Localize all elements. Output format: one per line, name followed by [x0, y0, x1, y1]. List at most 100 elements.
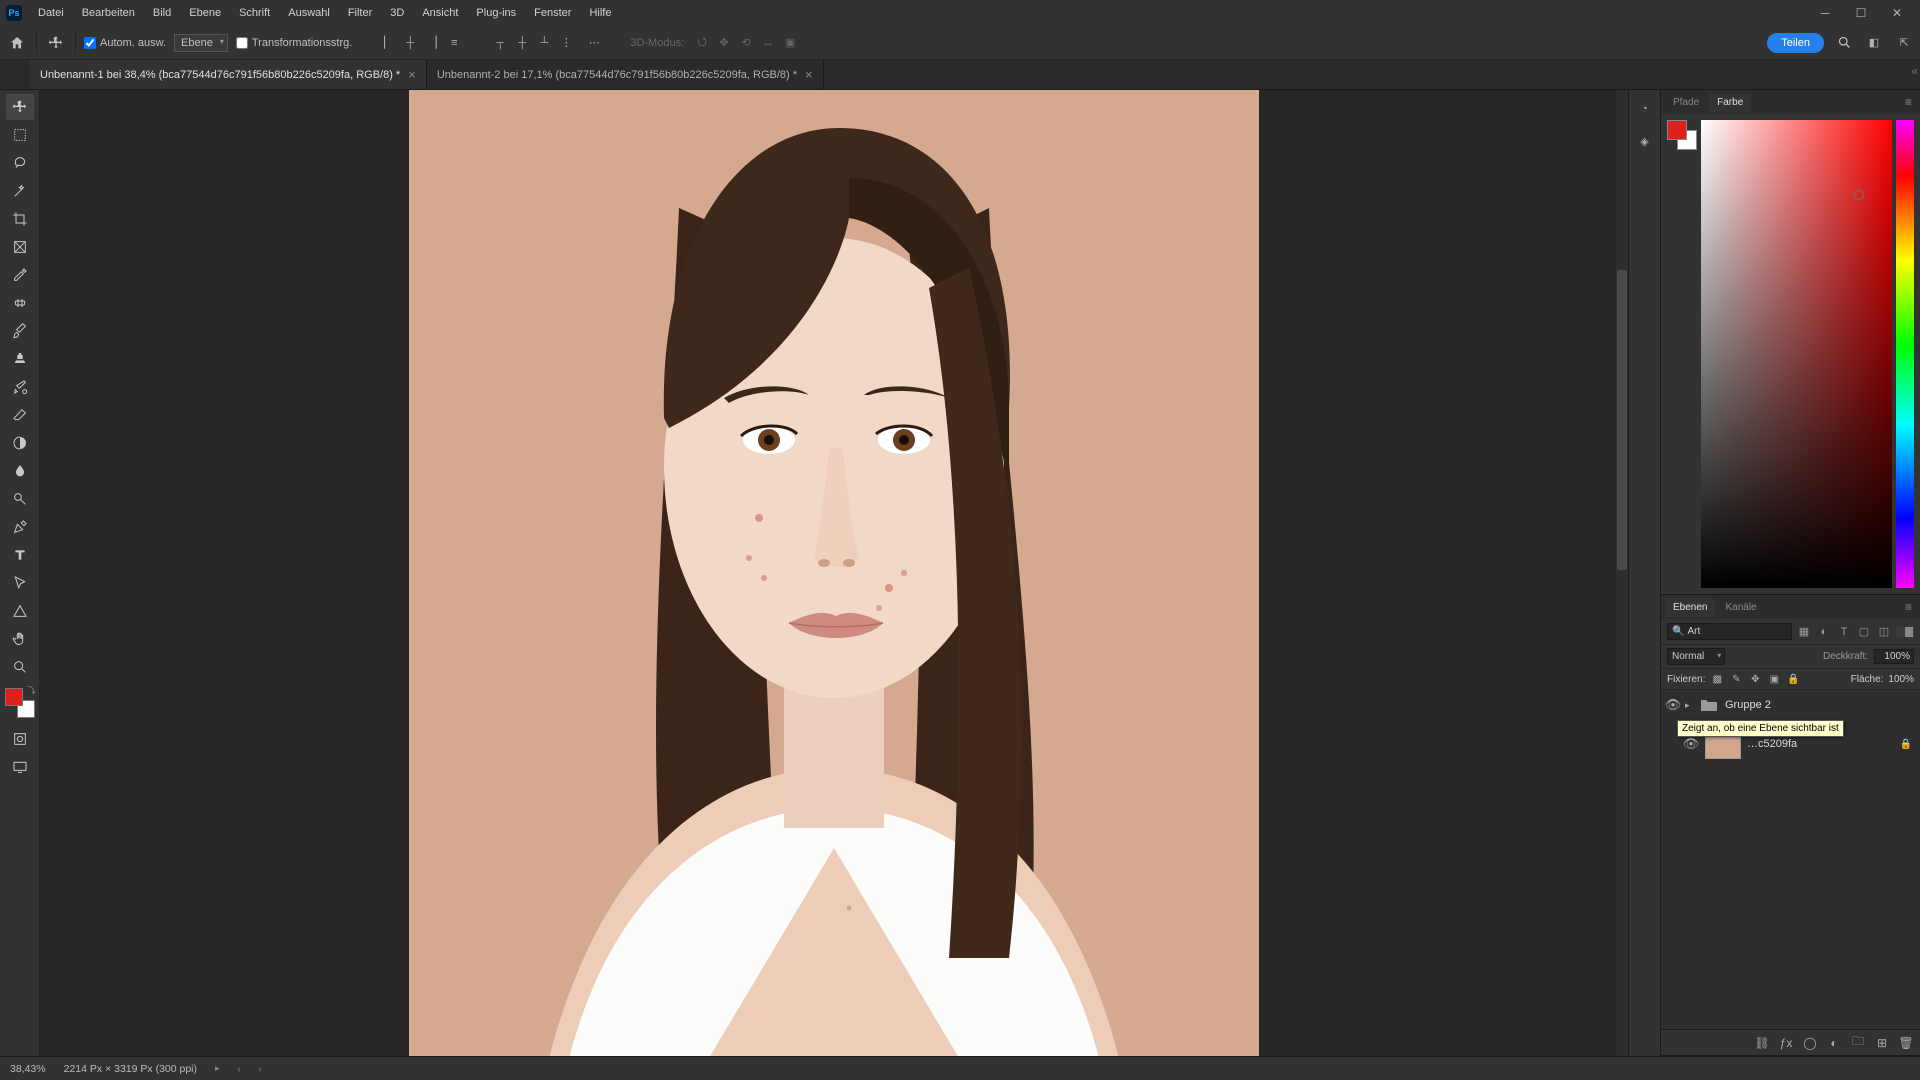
foreground-color-swatch[interactable]	[5, 688, 23, 706]
document-tab-1[interactable]: Unbenannt-1 bei 38,4% (bca77544d76c791f5…	[30, 60, 427, 89]
filter-toggle[interactable]	[1896, 626, 1914, 638]
eyedropper-tool[interactable]	[6, 262, 34, 288]
menu-datei[interactable]: Datei	[30, 3, 72, 23]
auto-select-checkbox[interactable]: Autom. ausw.	[84, 37, 166, 49]
link-layers-icon[interactable]: ⛓	[1754, 1035, 1770, 1051]
hue-cursor-icon[interactable]	[1914, 584, 1920, 592]
screen-mode-tool[interactable]	[6, 754, 34, 780]
filter-type-icon[interactable]: T	[1836, 624, 1852, 640]
menu-filter[interactable]: Filter	[340, 3, 380, 23]
visibility-toggle-bg-icon[interactable]: 👁	[1679, 736, 1703, 752]
color-tab[interactable]: Farbe	[1709, 93, 1751, 112]
dodge-tool[interactable]	[6, 486, 34, 512]
menu-fenster[interactable]: Fenster	[526, 3, 579, 23]
canvas-area[interactable]	[40, 90, 1628, 1056]
move-tool-icon[interactable]	[45, 32, 67, 54]
brush-tool[interactable]	[6, 318, 34, 344]
align-left-icon[interactable]: ▏	[378, 33, 398, 53]
color-panel-swatches[interactable]	[1667, 120, 1697, 150]
quick-mask-tool[interactable]	[6, 726, 34, 752]
auto-select-target-dropdown[interactable]: Ebene	[174, 34, 228, 52]
lasso-tool[interactable]	[6, 150, 34, 176]
layer-group-item[interactable]: 👁 ▸ Gruppe 2	[1661, 692, 1920, 718]
blend-mode-dropdown[interactable]: Normal	[1667, 648, 1725, 665]
status-nav-left-icon[interactable]: ‹	[238, 1064, 241, 1074]
menu-plugins[interactable]: Plug-ins	[468, 3, 524, 23]
history-panel-icon[interactable]: ◔	[1634, 98, 1656, 120]
crop-tool[interactable]	[6, 206, 34, 232]
marquee-tool[interactable]	[6, 122, 34, 148]
layer-lock-icon[interactable]: 🔒	[1900, 739, 1912, 750]
zoom-level[interactable]: 38,43%	[10, 1063, 46, 1075]
new-group-icon[interactable]: 🗀	[1850, 1035, 1866, 1051]
pen-tool[interactable]	[6, 514, 34, 540]
new-layer-icon[interactable]: ⊞	[1874, 1035, 1890, 1051]
align-top-icon[interactable]: ┬	[490, 33, 510, 53]
background-layer-name[interactable]: …c5209fa	[1747, 738, 1797, 750]
menu-bearbeiten[interactable]: Bearbeiten	[74, 3, 143, 23]
lock-artboard-icon[interactable]: ▣	[1767, 672, 1781, 686]
document-canvas[interactable]	[409, 90, 1259, 1056]
align-right-icon[interactable]: ▕	[422, 33, 442, 53]
layer-mask-icon[interactable]: ◯	[1802, 1035, 1818, 1051]
menu-auswahl[interactable]: Auswahl	[280, 3, 338, 23]
clone-stamp-tool[interactable]	[6, 346, 34, 372]
channels-tab[interactable]: Kanäle	[1717, 598, 1764, 617]
opacity-input[interactable]: 100%	[1874, 649, 1914, 664]
color-field[interactable]	[1701, 120, 1892, 588]
close-tab-1-icon[interactable]: ×	[408, 67, 416, 82]
vertical-scrollbar[interactable]	[1616, 90, 1628, 1056]
layer-tree[interactable]: 👁 ▸ Gruppe 2 Zeigt an, ob eine Ebene sic…	[1661, 690, 1920, 1029]
adjustment-layer-icon[interactable]: ◐	[1826, 1035, 1842, 1051]
color-cursor-icon[interactable]	[1854, 190, 1864, 200]
maximize-button[interactable]: ☐	[1844, 3, 1878, 23]
hand-tool[interactable]	[6, 626, 34, 652]
filter-adjust-icon[interactable]: ◐	[1816, 624, 1832, 640]
layers-tab[interactable]: Ebenen	[1665, 598, 1715, 617]
color-panel-menu-icon[interactable]: ≡	[1901, 95, 1916, 109]
document-tab-2[interactable]: Unbenannt-2 bei 17,1% (bca77544d76c791f5…	[427, 60, 824, 89]
properties-panel-icon[interactable]: ◈	[1634, 130, 1656, 152]
eraser-tool[interactable]	[6, 402, 34, 428]
status-menu-icon[interactable]: ▸	[215, 1063, 220, 1074]
more-align-icon[interactable]: ⋯	[584, 33, 604, 53]
distribute-v-icon[interactable]: ⋮	[556, 33, 576, 53]
menu-hilfe[interactable]: Hilfe	[581, 3, 619, 23]
collapse-panels-icon[interactable]: «	[1911, 64, 1918, 78]
search-icon[interactable]	[1834, 33, 1854, 53]
align-middle-icon[interactable]: ┼	[512, 33, 532, 53]
filter-pixel-icon[interactable]: ▦	[1796, 624, 1812, 640]
move-tool[interactable]	[6, 94, 34, 120]
minimize-button[interactable]: ─	[1808, 3, 1842, 23]
menu-schrift[interactable]: Schrift	[231, 3, 278, 23]
menu-ansicht[interactable]: Ansicht	[414, 3, 466, 23]
lock-paint-icon[interactable]: ✎	[1729, 672, 1743, 686]
lock-all-icon[interactable]: 🔒	[1786, 672, 1800, 686]
lock-transparency-icon[interactable]: ▩	[1710, 672, 1724, 686]
frame-tool[interactable]	[6, 234, 34, 260]
swap-colors-icon[interactable]: ⤵	[28, 685, 36, 696]
align-bottom-icon[interactable]: ┴	[534, 33, 554, 53]
layers-panel-menu-icon[interactable]: ≡	[1901, 600, 1916, 614]
filter-shape-icon[interactable]: ▢	[1856, 624, 1872, 640]
menu-bild[interactable]: Bild	[145, 3, 179, 23]
share-button[interactable]: Teilen	[1767, 33, 1824, 53]
screen-mode-icon[interactable]: ◧	[1864, 33, 1884, 53]
visibility-toggle-icon[interactable]: 👁	[1661, 697, 1685, 713]
filter-smart-icon[interactable]: ◫	[1876, 624, 1892, 640]
layer-group-name[interactable]: Gruppe 2	[1725, 699, 1771, 711]
delete-layer-icon[interactable]: 🗑	[1898, 1035, 1914, 1051]
workspace-switcher-icon[interactable]: ⇱	[1894, 33, 1914, 53]
expand-group-icon[interactable]: ▸	[1685, 700, 1697, 711]
transform-controls-checkbox[interactable]: Transformationsstrg.	[236, 37, 352, 49]
distribute-h-icon[interactable]: ≡	[444, 33, 464, 53]
color-panel-fg-swatch[interactable]	[1667, 120, 1687, 140]
shape-tool[interactable]	[6, 598, 34, 624]
status-nav-right-icon[interactable]: ›	[259, 1064, 262, 1074]
close-tab-2-icon[interactable]: ×	[805, 67, 813, 82]
zoom-tool[interactable]	[6, 654, 34, 680]
healing-brush-tool[interactable]	[6, 290, 34, 316]
layer-filter-dropdown[interactable]: 🔍 Art	[1667, 623, 1792, 640]
blur-tool[interactable]	[6, 458, 34, 484]
close-button[interactable]: ✕	[1880, 3, 1914, 23]
